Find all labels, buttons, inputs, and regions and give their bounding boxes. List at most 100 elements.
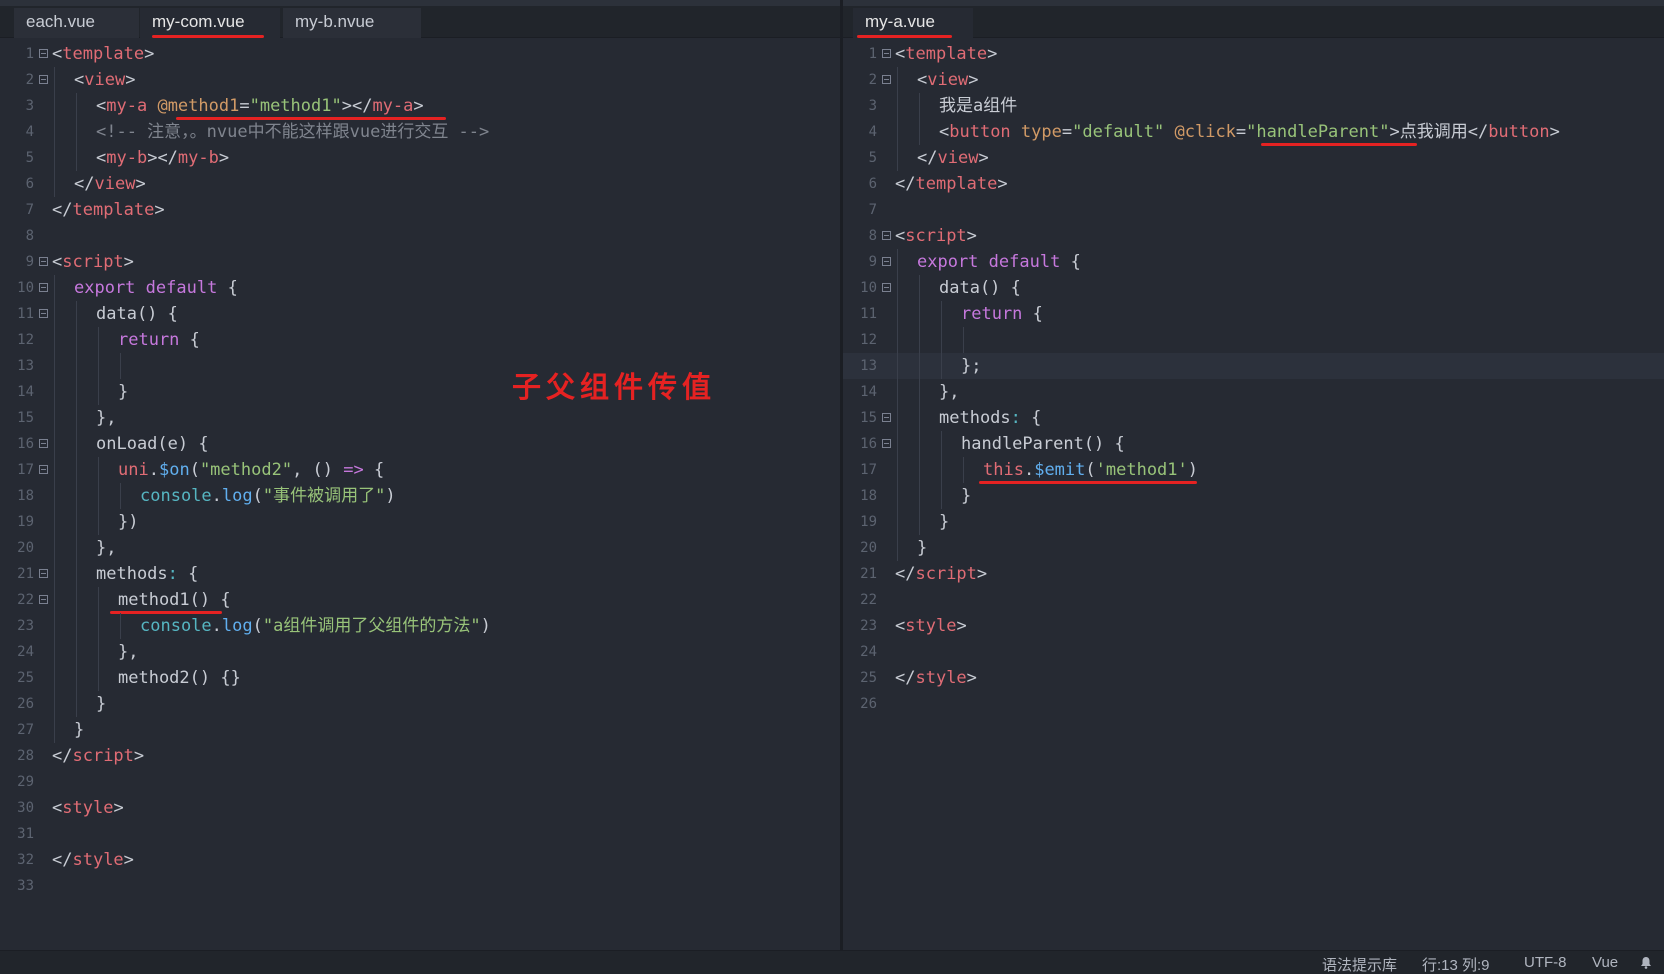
line-number: 13 bbox=[860, 358, 877, 374]
code-line: 19} bbox=[843, 509, 1664, 535]
code-line: 21 </script> bbox=[843, 561, 1664, 587]
handwritten-annotation: 子父组件传值 bbox=[512, 370, 717, 404]
code-text: <!-- 注意，。nvue中不能这样跟vue进行交互 --> bbox=[96, 122, 490, 142]
fold-icon[interactable] bbox=[882, 231, 891, 240]
indent-guide bbox=[963, 327, 964, 353]
indent-guide bbox=[120, 483, 121, 509]
tab-underline-annotation bbox=[152, 35, 264, 38]
fold-icon[interactable] bbox=[39, 75, 48, 84]
fold-icon[interactable] bbox=[882, 257, 891, 266]
indent-guide bbox=[897, 483, 898, 509]
line-number: 27 bbox=[17, 722, 34, 738]
indent-guide bbox=[54, 145, 55, 171]
indent-guide bbox=[76, 561, 77, 587]
line-number: 24 bbox=[17, 644, 34, 660]
cursor-position[interactable]: 行:13 列:9 bbox=[1422, 954, 1490, 974]
code-line: 4 <!-- 注意，。nvue中不能这样跟vue进行交互 --> bbox=[0, 119, 840, 145]
indent-guide bbox=[76, 93, 77, 119]
fold-icon[interactable] bbox=[882, 439, 891, 448]
line-number: 8 bbox=[868, 228, 877, 244]
line-number: 20 bbox=[860, 540, 877, 556]
indent-guide bbox=[897, 301, 898, 327]
indent-guide bbox=[76, 535, 77, 561]
fold-icon[interactable] bbox=[39, 257, 48, 266]
line-number: 5 bbox=[868, 150, 877, 166]
line-number: 26 bbox=[860, 696, 877, 712]
code-text: methods: { bbox=[939, 408, 1042, 428]
fold-icon[interactable] bbox=[39, 439, 48, 448]
line-number: 10 bbox=[860, 280, 877, 296]
indent-guide bbox=[941, 431, 942, 457]
code-text: method2() {} bbox=[118, 668, 241, 688]
line-number: 22 bbox=[17, 592, 34, 608]
indent-guide bbox=[98, 639, 99, 665]
code-line: 16 handleParent() { bbox=[843, 431, 1664, 457]
indent-guide bbox=[963, 457, 964, 483]
indent-guide bbox=[98, 353, 99, 379]
line-number: 3 bbox=[25, 98, 34, 114]
indent-guide bbox=[76, 691, 77, 717]
line-number: 13 bbox=[17, 358, 34, 374]
indent-guide bbox=[54, 379, 55, 405]
fold-icon[interactable] bbox=[39, 569, 48, 578]
code-line: 32 </style> bbox=[0, 847, 840, 873]
line-number: 30 bbox=[17, 800, 34, 816]
indent-guide bbox=[919, 405, 920, 431]
fold-icon[interactable] bbox=[39, 309, 48, 318]
line-number: 9 bbox=[868, 254, 877, 270]
indent-guide bbox=[54, 717, 55, 743]
right-tab-bar: my-a.vue bbox=[843, 0, 1664, 38]
line-number: 29 bbox=[17, 774, 34, 790]
line-number: 23 bbox=[860, 618, 877, 634]
code-line: 12 bbox=[843, 327, 1664, 353]
code-line: 25 </style> bbox=[843, 665, 1664, 691]
code-text: } bbox=[118, 382, 129, 402]
code-text: } bbox=[74, 720, 85, 740]
right-code-area[interactable]: 1 <template> 2 <view> 3 我是a组件 4 <button type… bbox=[843, 41, 1664, 717]
fold-icon[interactable] bbox=[882, 49, 891, 58]
indent-guide bbox=[76, 119, 77, 145]
line-number: 1 bbox=[25, 46, 34, 62]
code-text: uni.$on("method2", () => { bbox=[118, 460, 385, 480]
indent-guide bbox=[897, 119, 898, 145]
left-code-area[interactable]: 1 <template> 2 <view> 3 <my-a @method1="met… bbox=[0, 41, 840, 899]
code-text: }, bbox=[96, 538, 117, 558]
indent-guide bbox=[919, 379, 920, 405]
code-line: 28 </script> bbox=[0, 743, 840, 769]
code-line: 19}) bbox=[0, 509, 840, 535]
indent-guide bbox=[120, 613, 121, 639]
line-number: 21 bbox=[17, 566, 34, 582]
fold-icon[interactable] bbox=[882, 283, 891, 292]
indent-guide bbox=[76, 145, 77, 171]
line-number: 4 bbox=[868, 124, 877, 140]
code-line: 24 bbox=[843, 639, 1664, 665]
bell-icon[interactable] bbox=[1640, 956, 1652, 969]
indent-guide bbox=[897, 249, 898, 275]
encoding-selector[interactable]: UTF-8 bbox=[1524, 954, 1567, 971]
code-text: } bbox=[917, 538, 928, 558]
tab-my-b-nvue[interactable]: my-b.nvue bbox=[283, 8, 421, 38]
fold-icon[interactable] bbox=[39, 49, 48, 58]
indent-guide bbox=[54, 561, 55, 587]
syntax-library-button[interactable]: 语法提示库 bbox=[1322, 954, 1397, 974]
line-number: 16 bbox=[860, 436, 877, 452]
tab-my-com-vue[interactable]: my-com.vue bbox=[140, 8, 280, 38]
language-mode-selector[interactable]: Vue bbox=[1592, 954, 1618, 971]
code-line: 3 <my-a @method1="method1"></my-a> bbox=[0, 93, 840, 120]
line-number: 8 bbox=[25, 228, 34, 244]
fold-icon[interactable] bbox=[882, 75, 891, 84]
code-line: 15 methods: { bbox=[843, 405, 1664, 431]
tab-each-vue[interactable]: each.vue bbox=[14, 8, 139, 38]
code-text: </view> bbox=[74, 174, 146, 194]
fold-icon[interactable] bbox=[882, 413, 891, 422]
indent-guide bbox=[941, 301, 942, 327]
line-number: 20 bbox=[17, 540, 34, 556]
code-text: methods: { bbox=[96, 564, 199, 584]
tab-my-a-vue[interactable]: my-a.vue bbox=[853, 8, 973, 38]
fold-icon[interactable] bbox=[39, 465, 48, 474]
code-line: 2 <view> bbox=[843, 67, 1664, 93]
fold-icon[interactable] bbox=[39, 595, 48, 604]
code-line: 1 <template> bbox=[0, 41, 840, 67]
fold-icon[interactable] bbox=[39, 283, 48, 292]
code-text: <script> bbox=[895, 226, 977, 246]
